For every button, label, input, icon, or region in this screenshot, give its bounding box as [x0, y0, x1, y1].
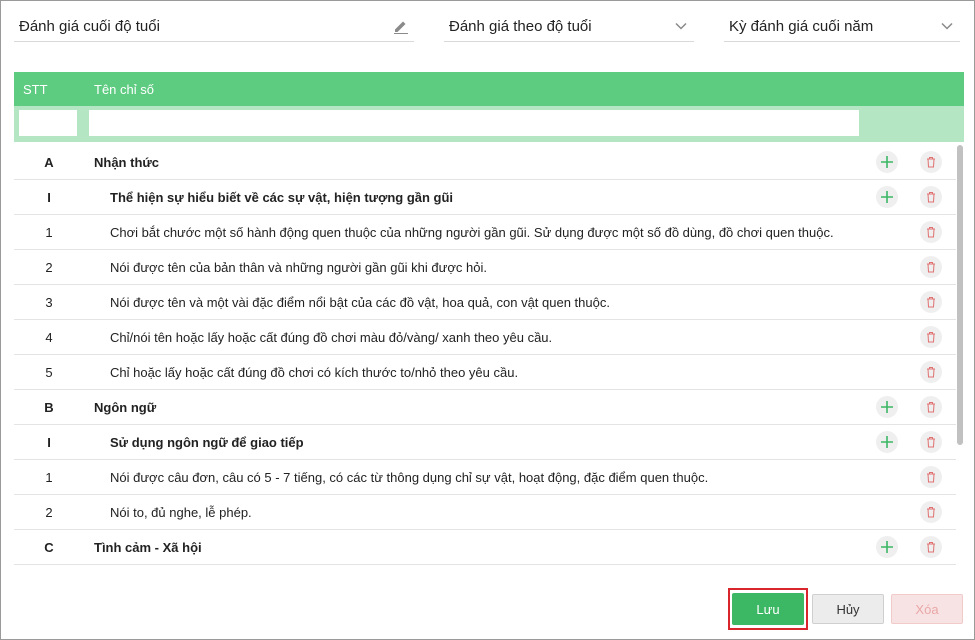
row-name: Chỉ hoặc lấy hoặc cất đúng đồ chơi có kí… [110, 364, 519, 380]
row-stt: A [44, 154, 54, 170]
row-name: Nói được câu đơn, câu có 5 - 7 tiếng, có… [110, 469, 709, 485]
filter-row [14, 106, 964, 142]
plus-icon[interactable] [876, 151, 898, 173]
row-stt: I [47, 189, 51, 205]
row-name: Thể hiện sự hiểu biết về các sự vật, hiệ… [110, 189, 454, 205]
criteria-table: STT Tên chỉ số A Nhận thức I Thể hiện sự… [14, 72, 964, 565]
row-name: Sử dụng ngôn ngữ để giao tiếp [110, 434, 304, 450]
plus-icon[interactable] [876, 186, 898, 208]
period-select-value: Kỳ đánh giá cuối năm [729, 17, 874, 35]
scrollbar-thumb[interactable] [957, 145, 963, 445]
row-stt: 2 [45, 504, 53, 520]
table-row[interactable]: A Nhận thức [14, 145, 956, 180]
row-stt: 1 [45, 469, 53, 485]
period-select[interactable]: Kỳ đánh giá cuối năm [724, 11, 960, 42]
title-field-value: Đánh giá cuối độ tuổi [19, 17, 160, 35]
row-stt: 4 [45, 329, 53, 345]
table-row[interactable]: B Ngôn ngữ [14, 390, 956, 425]
row-stt: 2 [45, 259, 53, 275]
row-name: Nhận thức [94, 154, 160, 170]
row-stt: 3 [45, 294, 53, 310]
trash-icon[interactable] [920, 396, 942, 418]
vertical-scrollbar[interactable] [956, 145, 964, 565]
column-header-name[interactable]: Tên chỉ số [84, 82, 964, 97]
plus-icon[interactable] [876, 396, 898, 418]
trash-icon[interactable] [920, 291, 942, 313]
row-stt: C [44, 539, 54, 555]
table-row[interactable]: 2 Nói được tên của bản thân và những ngư… [14, 250, 956, 285]
trash-icon[interactable] [920, 151, 942, 173]
row-name: Nói được tên và một vài đặc điểm nổi bật… [110, 294, 610, 310]
type-select[interactable]: Đánh giá theo độ tuổi [444, 11, 694, 42]
cancel-button[interactable]: Hủy [812, 594, 884, 624]
table-row[interactable]: 2 Nói to, đủ nghe, lễ phép. [14, 495, 956, 530]
row-stt: 5 [45, 364, 53, 380]
row-stt: B [44, 399, 54, 415]
table-row[interactable]: 4 Chỉ/nói tên hoặc lấy hoặc cất đúng đồ … [14, 320, 956, 355]
trash-icon[interactable] [920, 186, 942, 208]
row-name: Nói được tên của bản thân và những người… [110, 259, 487, 275]
table-row[interactable]: 1 Chơi bắt chước một số hành động quen t… [14, 215, 956, 250]
table-header: STT Tên chỉ số [14, 72, 964, 106]
name-filter-input[interactable] [89, 110, 859, 136]
title-field[interactable]: Đánh giá cuối độ tuổi [14, 11, 414, 42]
column-header-stt[interactable]: STT [14, 82, 84, 97]
trash-icon[interactable] [920, 221, 942, 243]
plus-icon[interactable] [876, 431, 898, 453]
row-name: Nói to, đủ nghe, lễ phép. [110, 504, 252, 520]
trash-icon[interactable] [920, 536, 942, 558]
trash-icon[interactable] [920, 256, 942, 278]
trash-icon[interactable] [920, 361, 942, 383]
plus-icon[interactable] [876, 536, 898, 558]
pencil-icon[interactable] [392, 17, 410, 35]
trash-icon[interactable] [920, 501, 942, 523]
row-stt: 1 [45, 224, 53, 240]
table-row[interactable]: I Thể hiện sự hiểu biết về các sự vật, h… [14, 180, 956, 215]
row-name: Tình cảm - Xã hội [94, 539, 202, 555]
dialog-window: Đánh giá cuối độ tuổi Đánh giá theo độ t… [0, 0, 975, 640]
row-stt: I [47, 434, 51, 450]
row-name: Ngôn ngữ [94, 399, 157, 415]
row-name: Chơi bắt chước một số hành động quen thu… [110, 224, 834, 240]
type-select-value: Đánh giá theo độ tuổi [449, 17, 592, 35]
table-row[interactable]: 1 Nói được câu đơn, câu có 5 - 7 tiếng, … [14, 460, 956, 495]
table-row[interactable]: 5 Chỉ hoặc lấy hoặc cất đúng đồ chơi có … [14, 355, 956, 390]
table-row[interactable]: I Sử dụng ngôn ngữ để giao tiếp [14, 425, 956, 460]
stt-filter-input[interactable] [19, 110, 77, 136]
trash-icon[interactable] [920, 431, 942, 453]
table-row[interactable]: 3 Nói được tên và một vài đặc điểm nổi b… [14, 285, 956, 320]
chevron-down-icon [938, 17, 956, 35]
chevron-down-icon [672, 17, 690, 35]
trash-icon[interactable] [920, 326, 942, 348]
table-body: A Nhận thức I Thể hiện sự hiểu biết về c… [14, 145, 956, 565]
delete-button[interactable]: Xóa [891, 594, 963, 624]
trash-icon[interactable] [920, 466, 942, 488]
row-name: Chỉ/nói tên hoặc lấy hoặc cất đúng đồ ch… [110, 329, 553, 345]
table-row[interactable]: C Tình cảm - Xã hội [14, 530, 956, 565]
save-button[interactable]: Lưu [732, 593, 804, 625]
